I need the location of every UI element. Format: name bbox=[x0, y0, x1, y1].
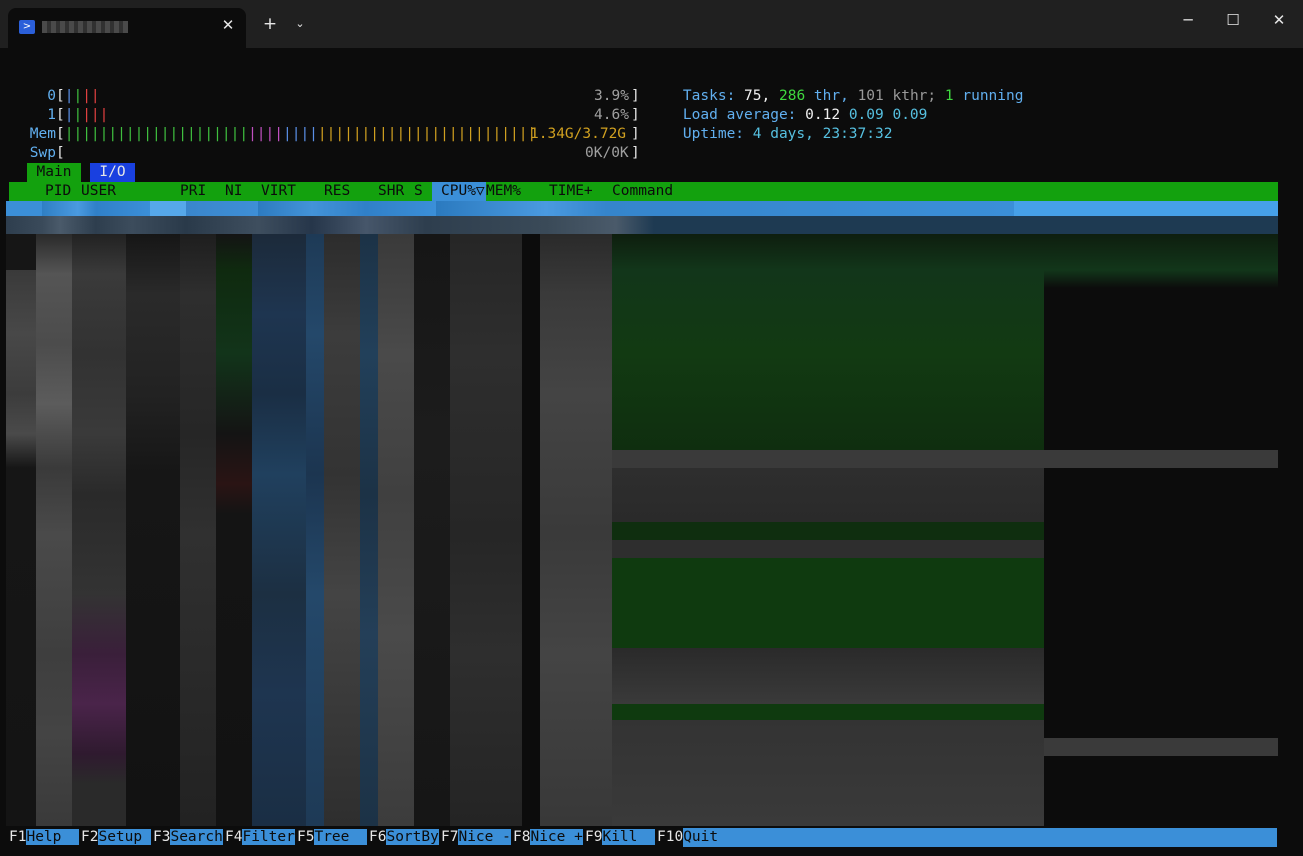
fkey-f4-key: F4 bbox=[225, 829, 243, 845]
fkey-setup[interactable]: Setup bbox=[98, 829, 151, 845]
fkey-f8-key: F8 bbox=[513, 829, 531, 845]
new-tab-button[interactable]: + bbox=[259, 13, 281, 35]
fkey-nice-plus[interactable]: Nice + bbox=[530, 829, 583, 845]
terminal-icon: > bbox=[19, 20, 35, 34]
col-command[interactable]: Command bbox=[612, 182, 673, 201]
process-list-redacted[interactable] bbox=[0, 234, 1303, 826]
fkey-tree[interactable]: Tree bbox=[314, 829, 367, 845]
tasks-line: Tasks: 75, 286 thr, 101 kthr; 1 running bbox=[648, 68, 1288, 104]
swap-value: 0K/0K bbox=[585, 145, 629, 161]
fkey-f3-key: F3 bbox=[153, 829, 171, 845]
tab-io[interactable]: I/O bbox=[90, 163, 135, 182]
col-mem[interactable]: MEM% bbox=[486, 182, 521, 201]
fkey-quit[interactable]: Quit bbox=[683, 828, 1278, 847]
tab-main[interactable]: Main bbox=[27, 163, 81, 182]
fkey-f10-key: F10 bbox=[657, 829, 684, 845]
swap-label: Swp bbox=[29, 145, 56, 161]
fkey-filter[interactable]: Filter bbox=[242, 829, 295, 845]
terminal-tab[interactable]: > ✕ bbox=[8, 8, 246, 48]
col-shr[interactable]: SHR bbox=[378, 182, 404, 201]
col-res[interactable]: RES bbox=[324, 182, 350, 201]
fkey-f2-key: F2 bbox=[81, 829, 99, 845]
selected-process-row[interactable] bbox=[6, 201, 1278, 216]
col-pid[interactable]: PID bbox=[45, 182, 71, 201]
col-pri[interactable]: PRI bbox=[180, 182, 206, 201]
col-ni[interactable]: NI bbox=[225, 182, 242, 201]
fkey-sortby[interactable]: SortBy bbox=[386, 829, 439, 845]
tab-title-redacted bbox=[42, 21, 128, 33]
fkey-search[interactable]: Search bbox=[170, 829, 223, 845]
maximize-button[interactable]: ☐ bbox=[1211, 6, 1255, 34]
fkey-f6-key: F6 bbox=[369, 829, 387, 845]
uptime-label: Uptime: bbox=[682, 126, 745, 142]
fkey-kill[interactable]: Kill bbox=[602, 829, 655, 845]
col-user[interactable]: USER bbox=[81, 182, 116, 201]
chevron-down-icon[interactable]: ⌄ bbox=[290, 13, 310, 35]
fkey-f5-key: F5 bbox=[297, 829, 315, 845]
minimize-button[interactable]: ─ bbox=[1166, 6, 1210, 34]
uptime-value: 4 days, 23:37:32 bbox=[752, 126, 893, 142]
col-time[interactable]: TIME+ bbox=[549, 182, 593, 201]
process-row-redacted[interactable] bbox=[6, 216, 1278, 234]
fkey-nice-minus[interactable]: Nice - bbox=[458, 829, 511, 845]
terminal-window: > ✕ + ⌄ ─ ☐ ✕ 0 [|||| 3.9%] 1 [||||| 4.6%] M… bbox=[0, 0, 1303, 856]
col-cpu-sorted[interactable]: CPU%▽ bbox=[432, 182, 486, 201]
fkey-help[interactable]: Help bbox=[26, 829, 79, 845]
fkey-f1-key: F1 bbox=[9, 829, 27, 845]
process-table-header: PID USER PRI NI VIRT RES SHR S CPU%▽ MEM… bbox=[9, 182, 1278, 201]
fkey-f7-key: F7 bbox=[441, 829, 459, 845]
close-window-button[interactable]: ✕ bbox=[1257, 6, 1301, 34]
fkey-f9-key: F9 bbox=[585, 829, 603, 845]
title-bar: > ✕ + ⌄ ─ ☐ ✕ bbox=[0, 0, 1303, 48]
col-virt[interactable]: VIRT bbox=[261, 182, 296, 201]
function-key-bar: F1Help F2Setup F3Search F4Filter F5Tree … bbox=[9, 828, 1278, 847]
uptime-line: Uptime: 4 days, 23:37:32 bbox=[648, 106, 1288, 142]
load-line: Load average: 0.12 0.09 0.09 bbox=[648, 87, 1288, 123]
tab-close-icon[interactable]: ✕ bbox=[218, 14, 238, 36]
col-state[interactable]: S bbox=[414, 182, 423, 201]
